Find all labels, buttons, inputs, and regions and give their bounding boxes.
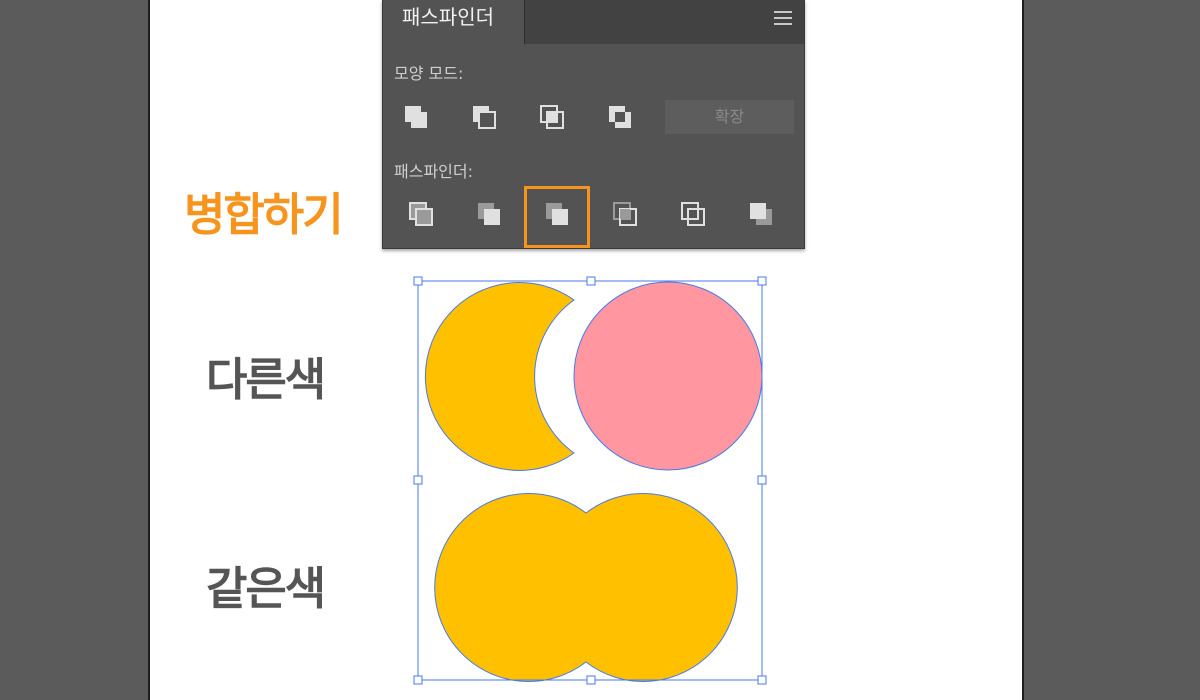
yellow-crescent-shape[interactable] bbox=[424, 282, 575, 471]
pink-circle-shape[interactable] bbox=[573, 281, 763, 471]
yellow-merged-shape[interactable] bbox=[434, 493, 738, 682]
artwork-canvas bbox=[413, 276, 767, 685]
